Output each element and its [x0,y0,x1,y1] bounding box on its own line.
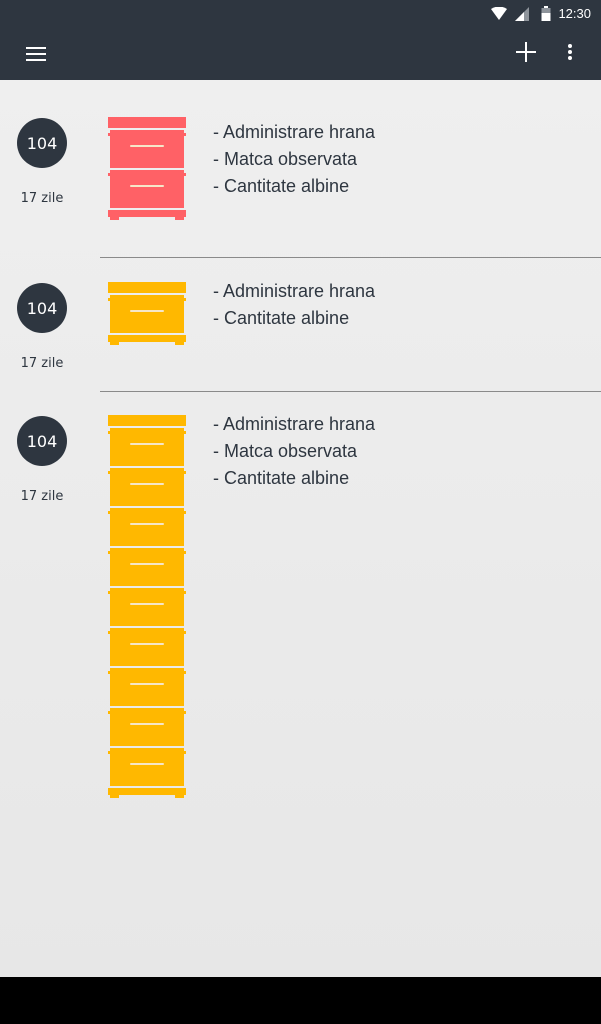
hive-box-handle [130,185,164,187]
hive-leg [110,795,119,800]
hive-age-label: 17 zile [20,489,64,504]
status-bar: 12:30 [0,0,601,28]
hive-box-handle [130,145,164,147]
hive-box-rim [108,173,186,176]
hive-leg [175,217,184,222]
note-item: - Matca observata [213,441,358,461]
hive-box-rim [108,671,186,674]
hive-box-handle [130,443,164,445]
plus-icon [516,42,536,66]
note-item: - Cantitate albine [213,308,350,328]
hive-box-handle [130,483,164,485]
hive-leg [110,342,119,347]
hive-leg [110,217,119,222]
hive-box-rim [108,298,186,301]
hive-box-handle [130,563,164,565]
hive-box-handle [130,683,164,685]
hive-icon [108,117,186,224]
note-item: - Matca observata [213,149,358,169]
wifi-icon [491,6,507,25]
hive-box-handle [130,523,164,525]
note-item: - Administrare hrana [213,414,376,434]
hive-age-label: 17 zile [20,191,64,206]
hive-box-rim [108,133,186,136]
hive-box-handle [130,603,164,605]
hive-box-handle [130,643,164,645]
note-item: - Cantitate albine [213,176,350,196]
hive-leg [175,342,184,347]
status-time: 12:30 [558,6,591,21]
cell-signal-icon [515,6,529,25]
hive-base [108,210,186,217]
hive-box-rim [108,751,186,754]
hive-base [108,788,186,795]
hive-box-rim [108,711,186,714]
hive-box-rim [108,511,186,514]
hive-number-badge: 104 [17,416,67,466]
hive-number-badge: 104 [17,283,67,333]
note-item: - Administrare hrana [213,122,376,142]
more-vert-icon [568,44,572,64]
hive-base [108,335,186,342]
hive-notes: - Administrare hrana - Matca observata -… [213,119,375,200]
more-options-button[interactable] [550,34,590,74]
hive-leg [175,795,184,800]
hive-icon [108,282,186,349]
navigation-bar [0,977,601,1024]
hive-box-rim [108,471,186,474]
entry-divider [100,257,601,258]
note-item: - Administrare hrana [213,281,376,301]
hive-list: 104 17 zile - Administrare hrana - Matca… [0,80,601,977]
hive-notes: - Administrare hrana - Matca observata -… [213,411,375,492]
app-toolbar [0,28,601,80]
hive-box-rim [108,431,186,434]
hive-box-handle [130,310,164,312]
hive-icon [108,415,186,802]
entry-divider [100,391,601,392]
hive-notes: - Administrare hrana - Cantitate albine [213,278,375,332]
note-item: - Cantitate albine [213,468,350,488]
hive-lid [108,117,186,128]
hive-number-badge: 104 [17,118,67,168]
add-hive-button[interactable] [506,34,546,74]
hive-age-label: 17 zile [20,356,64,371]
battery-icon [541,6,551,25]
hive-box-handle [130,723,164,725]
hamburger-menu-icon[interactable] [16,34,56,74]
hive-lid [108,282,186,293]
hive-box-handle [130,763,164,765]
hive-box-rim [108,631,186,634]
hive-box-rim [108,591,186,594]
hive-box-rim [108,551,186,554]
hive-lid [108,415,186,426]
